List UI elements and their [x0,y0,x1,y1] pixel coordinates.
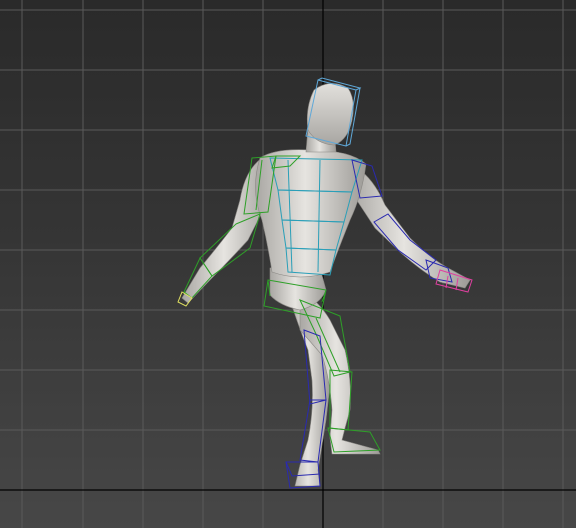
human-mesh[interactable] [181,83,471,487]
3d-viewport[interactable] [0,0,576,528]
scene-objects [177,77,473,489]
mesh-torso [255,149,367,278]
mesh-head [306,83,354,146]
mesh-arm-right [349,164,471,289]
